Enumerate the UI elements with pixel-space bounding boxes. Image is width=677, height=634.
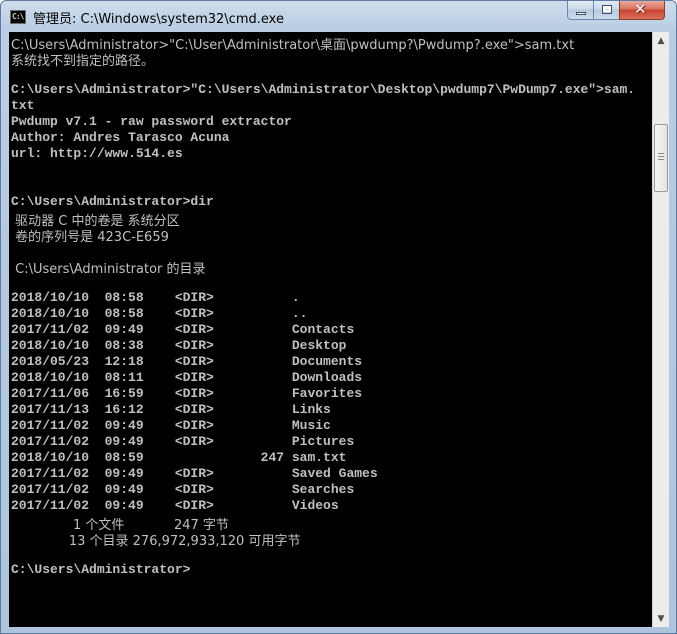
console-line: 2017/11/02 09:49 <DIR> Searches (11, 482, 355, 497)
console-line: txt (11, 98, 35, 113)
vertical-scrollbar[interactable]: ▲ ▼ (652, 32, 669, 627)
console-line: Author: Andres Tarasco Acuna (11, 130, 230, 145)
console-line: 2018/10/10 08:58 <DIR> .. (11, 306, 308, 321)
console-line: C:\Users\Administrator>dir (11, 194, 214, 209)
console-line: 2017/11/02 09:49 <DIR> Contacts (11, 322, 355, 337)
close-icon: ✕ (634, 0, 647, 18)
scroll-thumb[interactable] (654, 124, 668, 192)
console-line: 2017/11/02 09:49 <DIR> Pictures (11, 434, 355, 449)
console-line: 13 个目录 276,972,933,120 可用字节 (11, 534, 301, 549)
console-line: 2017/11/13 16:12 <DIR> Links (11, 402, 331, 417)
minimize-icon (576, 12, 586, 15)
cmd-icon-label: C:\ (12, 12, 24, 21)
console-line: 卷的序列号是 423C-E659 (11, 230, 169, 245)
console-line: C:\Users\Administrator>"C:\Users\Adminis… (11, 82, 636, 97)
console-line: 2018/05/23 12:18 <DIR> Documents (11, 354, 363, 369)
console-line: 2017/11/02 09:49 <DIR> Videos (11, 498, 339, 513)
console-line: 2018/10/10 08:38 <DIR> Desktop (11, 338, 347, 353)
window-title: 管理员: C:\Windows\system32\cmd.exe (33, 12, 284, 27)
console-line: C:\Users\Administrator 的目录 (11, 262, 206, 277)
close-button[interactable]: ✕ (619, 0, 665, 20)
cmd-icon[interactable]: C:\ (10, 10, 26, 24)
thumb-grip (658, 159, 664, 160)
scroll-down-arrow-icon[interactable]: ▼ (653, 610, 669, 627)
console-line: 2018/10/10 08:59 247 sam.txt (11, 450, 347, 465)
thumb-grip (658, 153, 664, 154)
console-line: 2017/11/02 09:49 <DIR> Music (11, 418, 331, 433)
console-line: 2018/10/10 08:11 <DIR> Downloads (11, 370, 363, 385)
thumb-grip (658, 156, 664, 157)
console-line: url: http://www.514.es (11, 146, 183, 161)
console-line: 2017/11/06 16:59 <DIR> Favorites (11, 386, 363, 401)
console-line: C:\Users\Administrator>"C:\User\Administ… (11, 38, 575, 53)
minimize-button[interactable] (567, 1, 594, 20)
maximize-icon (602, 5, 612, 14)
cmd-window: C:\ 管理员: C:\Windows\system32\cmd.exe www… (0, 0, 677, 634)
console-line: 驱动器 C 中的卷是 系统分区 (11, 214, 180, 229)
console-line: 2017/11/02 09:49 <DIR> Saved Games (11, 466, 378, 481)
console-line: Pwdump v7.1 - raw password extractor (11, 114, 292, 129)
console-output[interactable]: C:\Users\Administrator>"C:\User\Administ… (9, 32, 652, 627)
scroll-up-arrow-icon[interactable]: ▲ (653, 32, 669, 49)
console-line: C:\Users\Administrator> (11, 562, 191, 577)
console-line: 1 个文件 247 字节 (11, 518, 229, 533)
console-line: 2018/10/10 08:58 <DIR> . (11, 290, 300, 305)
console-line: 系统找不到指定的路径。 (11, 54, 155, 69)
maximize-button[interactable] (593, 1, 620, 20)
title-bar[interactable]: C:\ 管理员: C:\Windows\system32\cmd.exe www… (1, 0, 676, 33)
